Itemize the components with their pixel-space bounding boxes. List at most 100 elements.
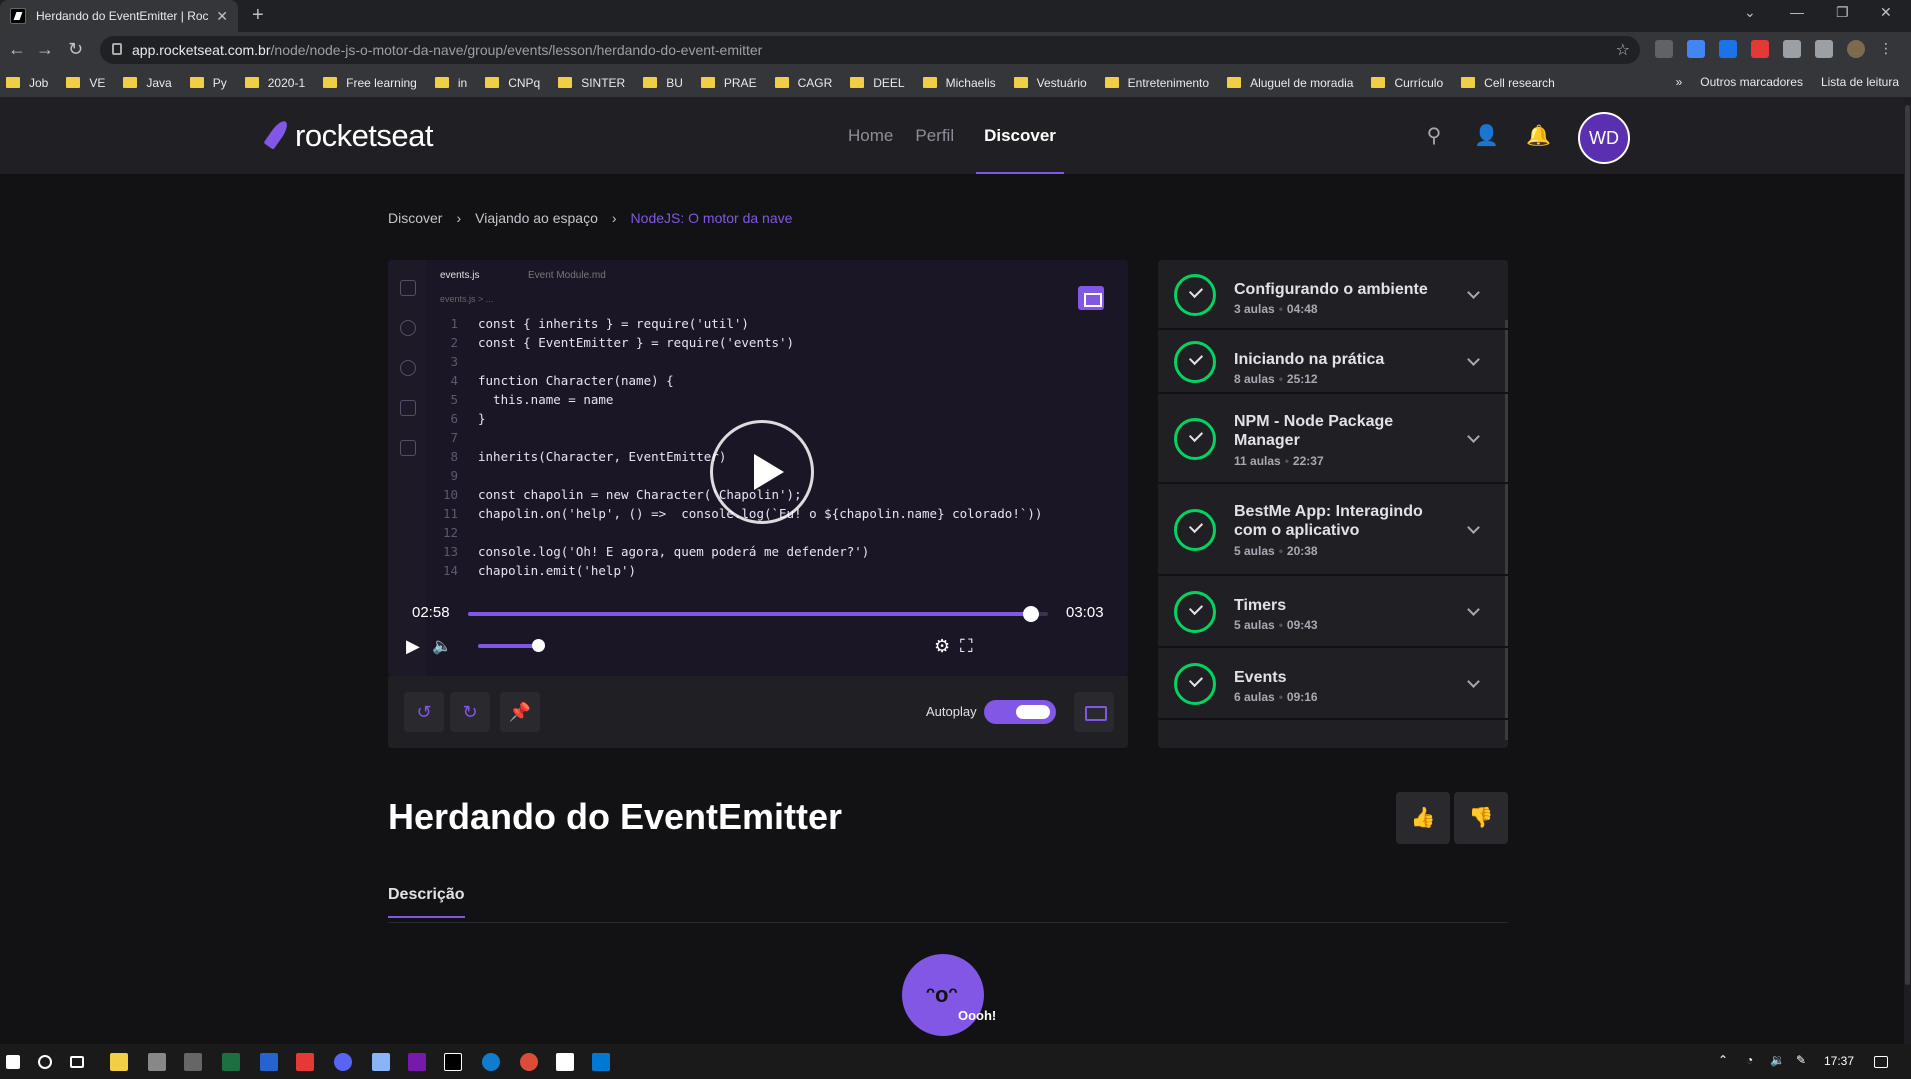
typora-icon[interactable] xyxy=(556,1053,574,1071)
chrome-icon[interactable] xyxy=(520,1053,538,1071)
volume-slider[interactable] xyxy=(478,644,538,648)
browser-tab[interactable]: Herdando do EventEmitter | Roc ✕ xyxy=(0,0,238,32)
volume-icon[interactable]: 🔈 xyxy=(432,636,452,656)
module-item[interactable]: Iniciando na prática 8 aulas • 25:12 xyxy=(1158,330,1508,394)
bookmark-item[interactable]: Entretenimento xyxy=(1104,76,1209,90)
search-taskbar-icon[interactable] xyxy=(38,1055,52,1069)
video-player[interactable]: events.js Event Module.md events.js > ..… xyxy=(388,260,1128,676)
module-item[interactable]: BestMe App: Interagindo com o aplicativo… xyxy=(1158,484,1508,576)
bookmark-item[interactable]: CNPq xyxy=(485,76,540,90)
close-tab-icon[interactable]: ✕ xyxy=(216,8,228,25)
nav-home[interactable]: Home xyxy=(848,98,893,174)
pocket-icon[interactable] xyxy=(1655,40,1673,58)
notifications-icon[interactable] xyxy=(1874,1056,1888,1068)
play-icon[interactable]: ▶ xyxy=(406,636,420,657)
bookmark-item[interactable]: Aluguel de moradia xyxy=(1227,76,1353,90)
network-icon[interactable]: ◔ xyxy=(1746,1053,1764,1071)
module-item[interactable]: Configurando o ambiente 3 aulas • 04:48 xyxy=(1158,260,1508,330)
nav-discover[interactable]: Discover xyxy=(976,98,1064,174)
breadcrumb-discover[interactable]: Discover xyxy=(388,210,442,226)
progress-bar[interactable] xyxy=(468,606,1048,622)
bookmark-star-icon[interactable]: ☆ xyxy=(1616,40,1630,60)
module-item[interactable]: Timers 5 aulas • 09:43 xyxy=(1158,576,1508,648)
forward-10-button[interactable]: ↻ xyxy=(450,692,490,732)
bookmark-item[interactable]: Py xyxy=(189,76,227,90)
picture-in-picture-icon[interactable] xyxy=(1078,286,1104,310)
thumbs-down-button[interactable]: 👎 xyxy=(1454,792,1508,844)
settings-taskbar-icon[interactable] xyxy=(148,1053,166,1071)
puzzle-icon[interactable] xyxy=(1783,40,1801,58)
breadcrumb-journey[interactable]: Viajando ao espaço xyxy=(475,210,598,226)
bookmark-item[interactable]: VE xyxy=(66,76,105,90)
chevron-down-icon[interactable] xyxy=(1467,430,1480,443)
new-tab-button[interactable]: + xyxy=(252,4,264,27)
chevron-down-icon[interactable] xyxy=(1467,286,1480,299)
other-bookmarks[interactable]: Outros marcadores xyxy=(1700,75,1803,89)
breadcrumb-course[interactable]: NodeJS: O motor da nave xyxy=(631,210,793,226)
forward-button[interactable]: → xyxy=(36,39,54,60)
back-button[interactable]: ← xyxy=(8,39,26,60)
autoplay-toggle[interactable] xyxy=(984,700,1056,724)
chevron-down-icon[interactable] xyxy=(1467,603,1480,616)
extension-blue-icon[interactable] xyxy=(1719,40,1737,58)
bookmark-item[interactable]: DEEL xyxy=(850,76,905,90)
address-bar[interactable]: app.rocketseat.com.br/node/node-js-o-mot… xyxy=(100,36,1640,64)
thumbs-up-button[interactable]: 👍 xyxy=(1396,792,1450,844)
bookmark-item[interactable]: Vestuário xyxy=(1013,76,1087,90)
module-item[interactable]: NPM - Node Package Manager 11 aulas • 22:37 xyxy=(1158,394,1508,484)
volume-tray-icon[interactable]: 🔉 xyxy=(1770,1053,1788,1071)
reading-list-icon[interactable] xyxy=(1815,40,1833,58)
taskbar-clock[interactable]: 17:37 xyxy=(1824,1054,1854,1068)
bell-icon[interactable]: 🔔 xyxy=(1526,124,1551,148)
bookmark-item[interactable]: 2020-1 xyxy=(244,76,305,90)
module-item[interactable]: Events 6 aulas • 09:16 xyxy=(1158,648,1508,720)
chevron-down-icon[interactable] xyxy=(1467,675,1480,688)
file-explorer-icon[interactable] xyxy=(110,1053,128,1071)
tab-description[interactable]: Descrição xyxy=(388,886,465,918)
profile-icon[interactable] xyxy=(1847,40,1865,58)
rocketseat-logo[interactable]: rocketseat xyxy=(265,118,434,154)
todo-icon[interactable] xyxy=(260,1053,278,1071)
bookmark-item[interactable]: Cell research xyxy=(1461,76,1555,90)
menu-kebab-icon[interactable]: ⋮ xyxy=(1879,40,1897,58)
pen-icon[interactable]: ✎ xyxy=(1796,1053,1814,1071)
close-window-button[interactable]: ✕ xyxy=(1880,4,1892,21)
play-overlay-button[interactable] xyxy=(710,420,814,524)
bookmarks-overflow[interactable]: » xyxy=(1676,75,1683,89)
excel-icon[interactable] xyxy=(222,1053,240,1071)
restore-button[interactable]: ❐ xyxy=(1836,4,1849,21)
bookmark-item[interactable]: PRAE xyxy=(700,76,757,90)
translate-icon[interactable] xyxy=(1687,40,1705,58)
minimize-button[interactable]: — xyxy=(1790,4,1804,20)
bookmark-item[interactable]: SINTER xyxy=(558,76,625,90)
bookmark-item[interactable]: Job xyxy=(6,76,48,90)
intellij-icon[interactable] xyxy=(444,1053,462,1071)
bookmark-item[interactable]: BU xyxy=(643,76,683,90)
extension-red-icon[interactable] xyxy=(1751,40,1769,58)
vscode-icon[interactable] xyxy=(592,1053,610,1071)
tab-search-icon[interactable]: ⌄ xyxy=(1744,4,1756,21)
reading-list[interactable]: Lista de leitura xyxy=(1821,75,1899,89)
windows-start-icon[interactable] xyxy=(6,1055,20,1069)
theater-mode-button[interactable] xyxy=(1074,692,1114,732)
bookmark-item[interactable]: Currículo xyxy=(1371,76,1443,90)
rewind-10-button[interactable]: ↺ xyxy=(404,692,444,732)
task-view-icon[interactable] xyxy=(70,1056,84,1068)
discord-icon[interactable] xyxy=(334,1053,352,1071)
chevron-down-icon[interactable] xyxy=(1467,521,1480,534)
volume-handle[interactable] xyxy=(532,639,545,652)
onenote-icon[interactable] xyxy=(408,1053,426,1071)
app-red-icon[interactable] xyxy=(296,1053,314,1071)
notepad-icon[interactable] xyxy=(372,1053,390,1071)
bookmark-item[interactable]: in xyxy=(434,76,467,90)
calculator-icon[interactable] xyxy=(184,1053,202,1071)
nav-perfil[interactable]: Perfil xyxy=(915,98,954,174)
page-scroll-thumb[interactable] xyxy=(1905,105,1910,985)
bookmark-item[interactable]: Free learning xyxy=(323,76,417,90)
fullscreen-icon[interactable]: ⛶ xyxy=(960,636,973,657)
add-user-icon[interactable]: 👤 xyxy=(1474,124,1499,148)
bookmark-item[interactable]: Michaelis xyxy=(922,76,996,90)
tray-chevron-icon[interactable]: ⌃ xyxy=(1718,1053,1736,1071)
edge-icon[interactable] xyxy=(482,1053,500,1071)
reload-button[interactable]: ↻ xyxy=(68,39,83,60)
